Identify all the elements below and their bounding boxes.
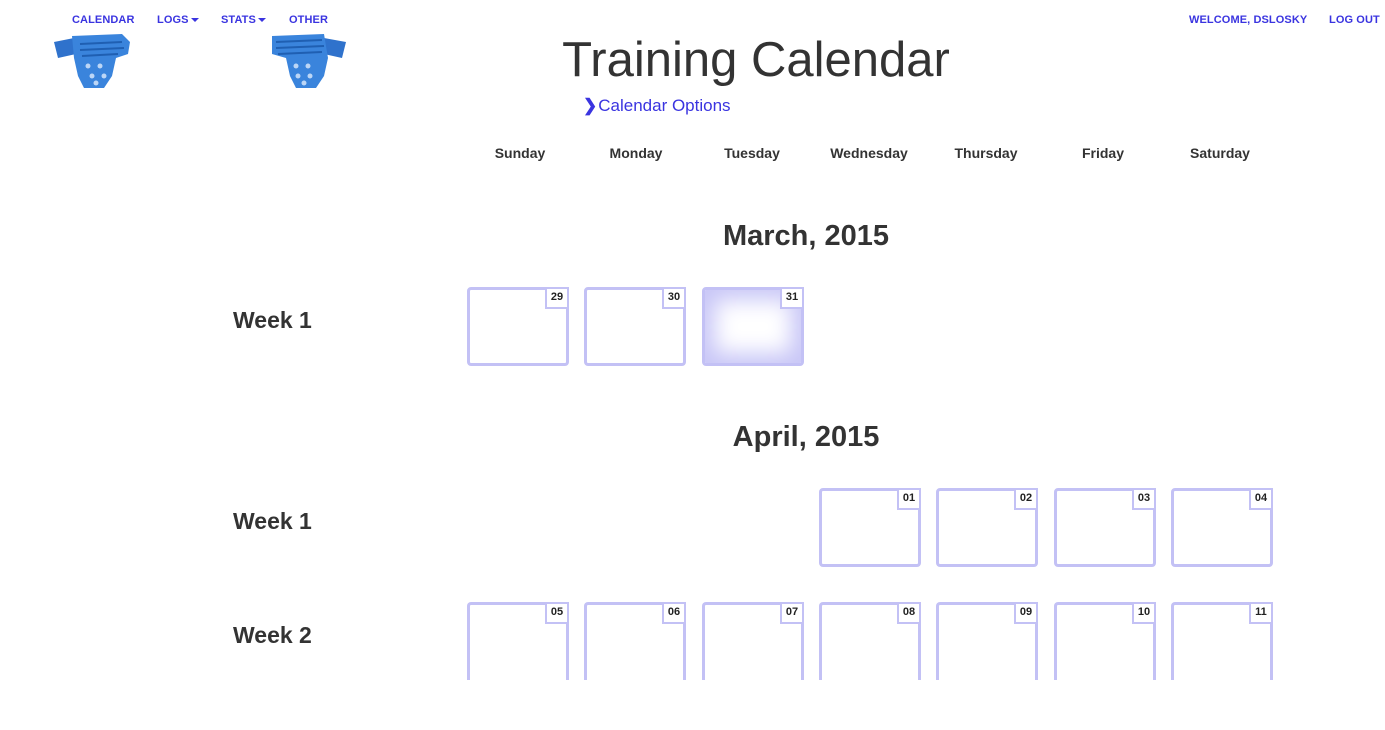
weekday-tuesday: Tuesday <box>724 145 780 161</box>
day-cell[interactable]: 09 <box>936 602 1038 680</box>
calendar-options-label: Calendar Options <box>598 96 731 115</box>
logout-link[interactable]: LOG OUT <box>1329 14 1380 26</box>
day-cell[interactable]: 05 <box>467 602 569 680</box>
nav-stats-dropdown[interactable]: STATS <box>221 14 266 26</box>
week-label: Week 1 <box>233 307 312 333</box>
month-heading: March, 2015 <box>722 220 890 252</box>
day-number: 29 <box>545 287 569 309</box>
day-number: 09 <box>1014 602 1038 624</box>
day-number: 01 <box>897 488 921 510</box>
day-number: 31 <box>780 287 804 309</box>
week-label: Week 2 <box>233 622 312 648</box>
day-cell[interactable]: 03 <box>1054 488 1156 567</box>
day-number: 10 <box>1132 602 1156 624</box>
chevron-right-icon: ❯ <box>583 96 598 115</box>
day-number: 07 <box>780 602 804 624</box>
weekday-thursday: Thursday <box>954 145 1018 161</box>
day-cell[interactable]: 10 <box>1054 602 1156 680</box>
day-cell[interactable]: 07 <box>702 602 804 680</box>
day-number: 06 <box>662 602 686 624</box>
caret-down-icon <box>190 18 199 23</box>
day-number: 03 <box>1132 488 1156 510</box>
weekday-wednesday: Wednesday <box>830 145 908 161</box>
day-cell[interactable]: 29 <box>467 287 569 366</box>
day-cell[interactable]: 08 <box>819 602 921 680</box>
day-number: 02 <box>1014 488 1038 510</box>
day-cell[interactable]: 06 <box>584 602 686 680</box>
day-cell[interactable]: 11 <box>1171 602 1273 680</box>
weekday-sunday: Sunday <box>494 145 546 161</box>
nav-logs-label: LOGS <box>157 14 189 26</box>
day-cell[interactable]: 30 <box>584 287 686 366</box>
day-cell-today[interactable]: 31 <box>702 287 804 366</box>
day-number: 05 <box>545 602 569 624</box>
nav-logs-dropdown[interactable]: LOGS <box>157 14 199 26</box>
day-number: 11 <box>1249 602 1273 624</box>
page-title: Training Calendar <box>562 33 950 87</box>
nav-stats-label: STATS <box>221 14 256 26</box>
day-cell[interactable]: 02 <box>936 488 1038 567</box>
caret-down-icon <box>257 18 266 23</box>
day-number: 08 <box>897 602 921 624</box>
day-number: 04 <box>1249 488 1273 510</box>
day-cell[interactable]: 01 <box>819 488 921 567</box>
nav-other-link[interactable]: OTHER <box>289 14 328 26</box>
day-cell[interactable]: 04 <box>1171 488 1273 567</box>
weekday-friday: Friday <box>1081 145 1124 161</box>
week-label: Week 1 <box>233 508 312 534</box>
weekday-monday: Monday <box>609 145 663 161</box>
day-number: 30 <box>662 287 686 309</box>
weekday-saturday: Saturday <box>1190 145 1250 161</box>
welcome-user-link[interactable]: WELCOME, DSLOSKY <box>1189 14 1307 26</box>
month-heading: April, 2015 <box>732 421 880 453</box>
nav-calendar-link[interactable]: CALENDAR <box>72 14 135 26</box>
calendar-options-toggle[interactable]: ❯Calendar Options <box>583 96 731 116</box>
